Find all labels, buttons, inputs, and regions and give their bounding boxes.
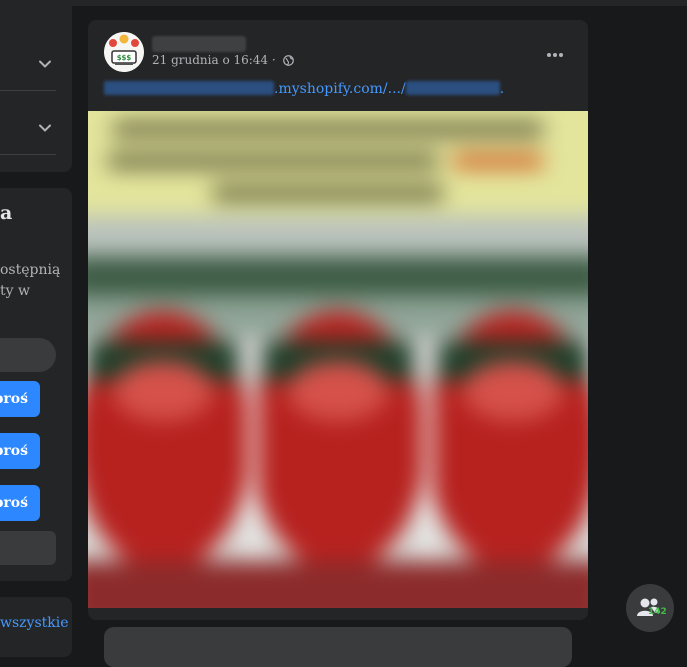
invite-card-title: a	[0, 202, 13, 224]
invite-card: a ostępnią ty w proś proś proś	[0, 188, 72, 581]
more-icon	[546, 42, 564, 61]
invite-button[interactable]: proś	[0, 381, 40, 417]
invite-button-label: proś	[0, 495, 28, 511]
left-menu-card	[0, 0, 72, 172]
post-options-button[interactable]	[546, 42, 564, 61]
blurred-product-photo	[88, 111, 588, 608]
invite-button[interactable]: proś	[0, 433, 40, 469]
globe-icon	[282, 55, 294, 66]
invite-button[interactable]: proś	[0, 485, 40, 521]
shop-logo-icon: $$$	[104, 32, 144, 72]
invite-card-text: ostępnią ty w	[0, 262, 61, 299]
author-name[interactable]	[152, 36, 246, 52]
see-all-link[interactable]: wszystkie	[0, 615, 69, 631]
link-domain: .myshopify.com/.../	[274, 81, 406, 97]
divider	[0, 154, 56, 155]
svg-text:$$$: $$$	[117, 54, 132, 62]
contacts-fab[interactable]: 142	[626, 584, 674, 632]
next-post-card	[104, 627, 572, 667]
see-all-card: wszystkie	[0, 597, 72, 657]
see-more-button[interactable]	[0, 531, 56, 565]
online-contacts-count: 142	[648, 607, 667, 617]
chevron-down-icon[interactable]	[38, 121, 52, 135]
post-link[interactable]: .myshopify.com/.../.	[104, 81, 504, 97]
post-timestamp[interactable]: 21 grudnia o 16:44	[152, 53, 268, 67]
link-end: .	[499, 81, 505, 97]
post-meta: 21 grudnia o 16:44 ·	[152, 53, 294, 67]
redacted-link-part	[405, 81, 500, 95]
chevron-down-icon[interactable]	[38, 57, 52, 71]
top-bar	[0, 0, 687, 6]
feed-post: $$$ 21 grudnia o 16:44 · .myshopify.com/…	[88, 20, 588, 620]
invite-button-label: proś	[0, 391, 28, 407]
invite-button-label: proś	[0, 443, 28, 459]
divider	[0, 90, 56, 91]
meta-separator: ·	[271, 53, 276, 67]
redacted-link-part	[104, 81, 274, 95]
post-image[interactable]	[88, 111, 588, 608]
invite-search-input[interactable]	[0, 338, 56, 372]
author-avatar[interactable]: $$$	[104, 32, 144, 72]
